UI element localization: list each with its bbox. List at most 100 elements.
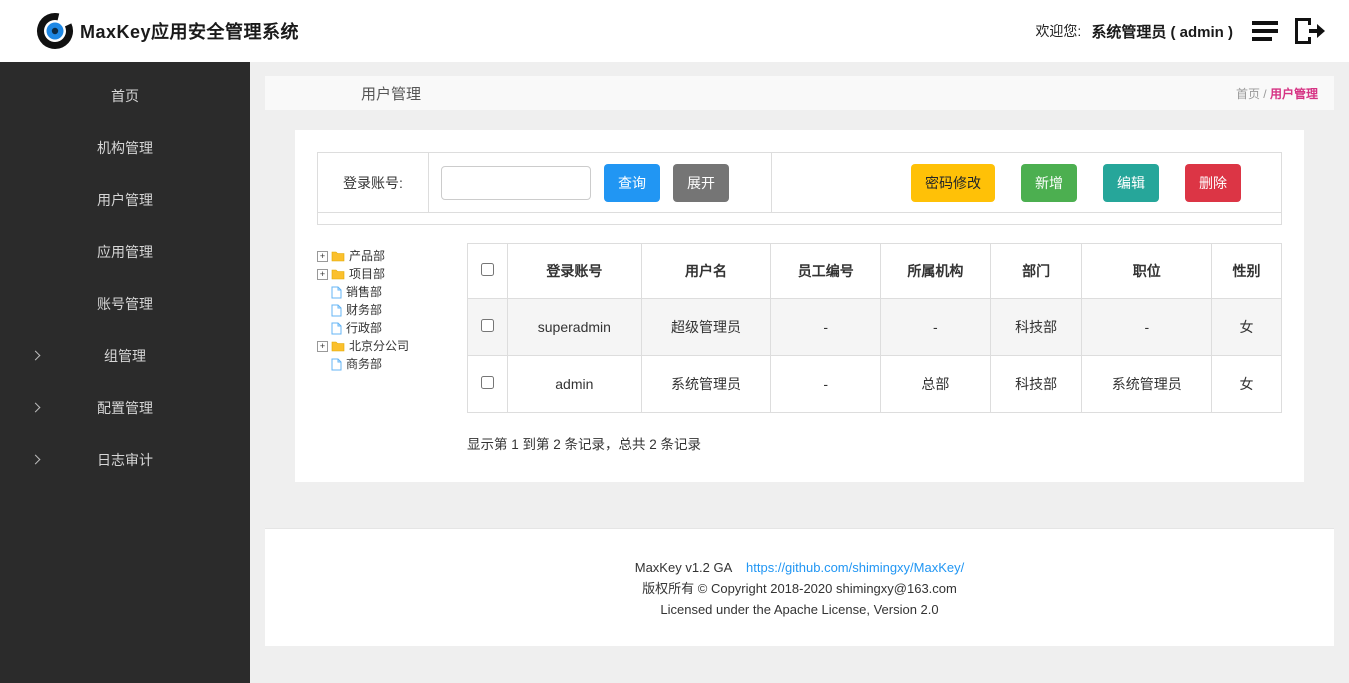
breadcrumb-home[interactable]: 首页 — [1236, 87, 1260, 101]
user-table-area: 登录账号 用户名 员工编号 所属机构 部门 职位 性别 — [467, 243, 1282, 453]
delete-button[interactable]: 删除 — [1185, 164, 1241, 202]
column-header: 员工编号 — [771, 244, 881, 299]
change-password-button[interactable]: 密码修改 — [911, 164, 995, 202]
sidebar-item-label: 配置管理 — [97, 400, 153, 416]
expand-toggle-icon[interactable]: + — [317, 269, 328, 280]
cell-username: 系统管理员 — [641, 356, 771, 413]
tree-item[interactable]: 财务部 — [317, 301, 467, 319]
sidebar-item-label: 组管理 — [104, 348, 146, 364]
cell-username: 超级管理员 — [641, 299, 771, 356]
app-title: MaxKey应用安全管理系统 — [80, 18, 299, 44]
cell-position: - — [1082, 299, 1212, 356]
brand: MaxKey应用安全管理系统 — [36, 12, 299, 50]
footer: MaxKey v1.2 GA https://github.com/shimin… — [265, 528, 1334, 646]
user-table: 登录账号 用户名 员工编号 所属机构 部门 职位 性别 — [467, 243, 1282, 413]
cell-login-account: admin — [507, 356, 641, 413]
expand-toggle-icon[interactable]: + — [317, 341, 328, 352]
edit-button[interactable]: 编辑 — [1103, 164, 1159, 202]
breadcrumb-bar: 用户管理 首页 / 用户管理 — [265, 76, 1334, 110]
file-icon — [331, 304, 342, 317]
folder-icon — [331, 340, 345, 352]
column-header: 职位 — [1082, 244, 1212, 299]
column-header: 登录账号 — [507, 244, 641, 299]
search-row: 登录账号: 查询 展开 密码修改 新增 编辑 删除 — [318, 153, 1281, 213]
tree-item-label: 行政部 — [346, 319, 382, 337]
breadcrumb-current: 用户管理 — [1270, 87, 1318, 101]
sidebar-item-label: 首页 — [111, 88, 139, 104]
header-right: 欢迎您: 系统管理员 ( admin ) — [1035, 16, 1325, 46]
chevron-right-icon — [31, 455, 41, 465]
footer-license: Licensed under the Apache License, Versi… — [265, 599, 1334, 620]
footer-copyright: 版权所有 © Copyright 2018-2020 shimingxy@163… — [265, 578, 1334, 599]
chevron-right-icon — [31, 403, 41, 413]
tree-item[interactable]: + 项目部 — [317, 265, 467, 283]
sidebar-item-home[interactable]: 首页 — [0, 70, 250, 122]
current-user: 系统管理员 ( admin ) — [1091, 21, 1233, 42]
cell-employee-no: - — [771, 299, 881, 356]
sidebar-item-group-management[interactable]: 组管理 — [0, 330, 250, 382]
column-header: 用户名 — [641, 244, 771, 299]
tree-item-label: 产品部 — [349, 247, 385, 265]
column-header: 性别 — [1212, 244, 1282, 299]
login-account-label: 登录账号: — [318, 153, 429, 212]
row-checkbox[interactable] — [481, 376, 494, 389]
row-checkbox[interactable] — [481, 319, 494, 332]
add-button[interactable]: 新增 — [1021, 164, 1077, 202]
tree-item[interactable]: 商务部 — [317, 355, 467, 373]
sidebar-item-user-management[interactable]: 用户管理 — [0, 174, 250, 226]
cell-gender: 女 — [1212, 299, 1282, 356]
column-header: 所属机构 — [881, 244, 991, 299]
top-header: MaxKey应用安全管理系统 欢迎您: 系统管理员 ( admin ) — [0, 0, 1349, 62]
expand-button[interactable]: 展开 — [673, 164, 729, 202]
footer-version: MaxKey v1.2 GA — [635, 560, 732, 575]
tree-item-label: 北京分公司 — [349, 337, 409, 355]
record-summary: 显示第 1 到第 2 条记录，总共 2 条记录 — [467, 433, 1282, 453]
page-title: 用户管理 — [361, 83, 421, 104]
cell-employee-no: - — [771, 356, 881, 413]
expand-toggle-icon[interactable]: + — [317, 251, 328, 262]
folder-icon — [331, 268, 345, 280]
tree-item[interactable]: + 产品部 — [317, 247, 467, 265]
cell-login-account: superadmin — [507, 299, 641, 356]
file-icon — [331, 286, 342, 299]
chevron-right-icon — [31, 351, 41, 361]
tree-item[interactable]: 行政部 — [317, 319, 467, 337]
tree-item[interactable]: + 北京分公司 — [317, 337, 467, 355]
welcome-label: 欢迎您: — [1035, 21, 1081, 41]
cell-department: 科技部 — [990, 299, 1082, 356]
login-account-input[interactable] — [441, 166, 591, 200]
file-icon — [331, 322, 342, 335]
menu-icon[interactable] — [1251, 18, 1281, 44]
cell-gender: 女 — [1212, 356, 1282, 413]
sidebar: 首页 机构管理 用户管理 应用管理 账号管理 组管理 配置管理 日志审计 — [0, 62, 250, 683]
cell-organization: - — [881, 299, 991, 356]
tree-item-label: 销售部 — [346, 283, 382, 301]
breadcrumb: 首页 / 用户管理 — [1236, 85, 1318, 102]
action-buttons: 密码修改 新增 编辑 删除 — [772, 164, 1281, 202]
table-row[interactable]: superadmin 超级管理员 - - 科技部 - 女 — [468, 299, 1282, 356]
main-content: 用户管理 首页 / 用户管理 登录账号: 查询 展开 密码修改 新增 — [250, 62, 1349, 683]
search-panel: 登录账号: 查询 展开 密码修改 新增 编辑 删除 — [317, 152, 1282, 225]
tree-item-label: 项目部 — [349, 265, 385, 283]
sidebar-item-config-management[interactable]: 配置管理 — [0, 382, 250, 434]
sidebar-item-org-management[interactable]: 机构管理 — [0, 122, 250, 174]
search-button[interactable]: 查询 — [604, 164, 660, 202]
cell-organization: 总部 — [881, 356, 991, 413]
sidebar-item-log-audit[interactable]: 日志审计 — [0, 434, 250, 486]
table-row[interactable]: admin 系统管理员 - 总部 科技部 系统管理员 女 — [468, 356, 1282, 413]
github-link[interactable]: https://github.com/shimingxy/MaxKey/ — [746, 560, 964, 575]
table-header-row: 登录账号 用户名 员工编号 所属机构 部门 职位 性别 — [468, 244, 1282, 299]
logout-icon[interactable] — [1291, 16, 1325, 46]
sidebar-item-account-management[interactable]: 账号管理 — [0, 278, 250, 330]
sidebar-item-label: 应用管理 — [97, 244, 153, 260]
cell-position: 系统管理员 — [1082, 356, 1212, 413]
tree-item[interactable]: 销售部 — [317, 283, 467, 301]
advanced-search-collapsed — [318, 213, 1281, 224]
breadcrumb-separator: / — [1260, 87, 1270, 101]
sidebar-item-label: 用户管理 — [97, 192, 153, 208]
file-icon — [331, 358, 342, 371]
select-all-checkbox[interactable] — [481, 263, 494, 276]
maxkey-logo-icon — [36, 12, 74, 50]
tree-item-label: 财务部 — [346, 301, 382, 319]
sidebar-item-app-management[interactable]: 应用管理 — [0, 226, 250, 278]
